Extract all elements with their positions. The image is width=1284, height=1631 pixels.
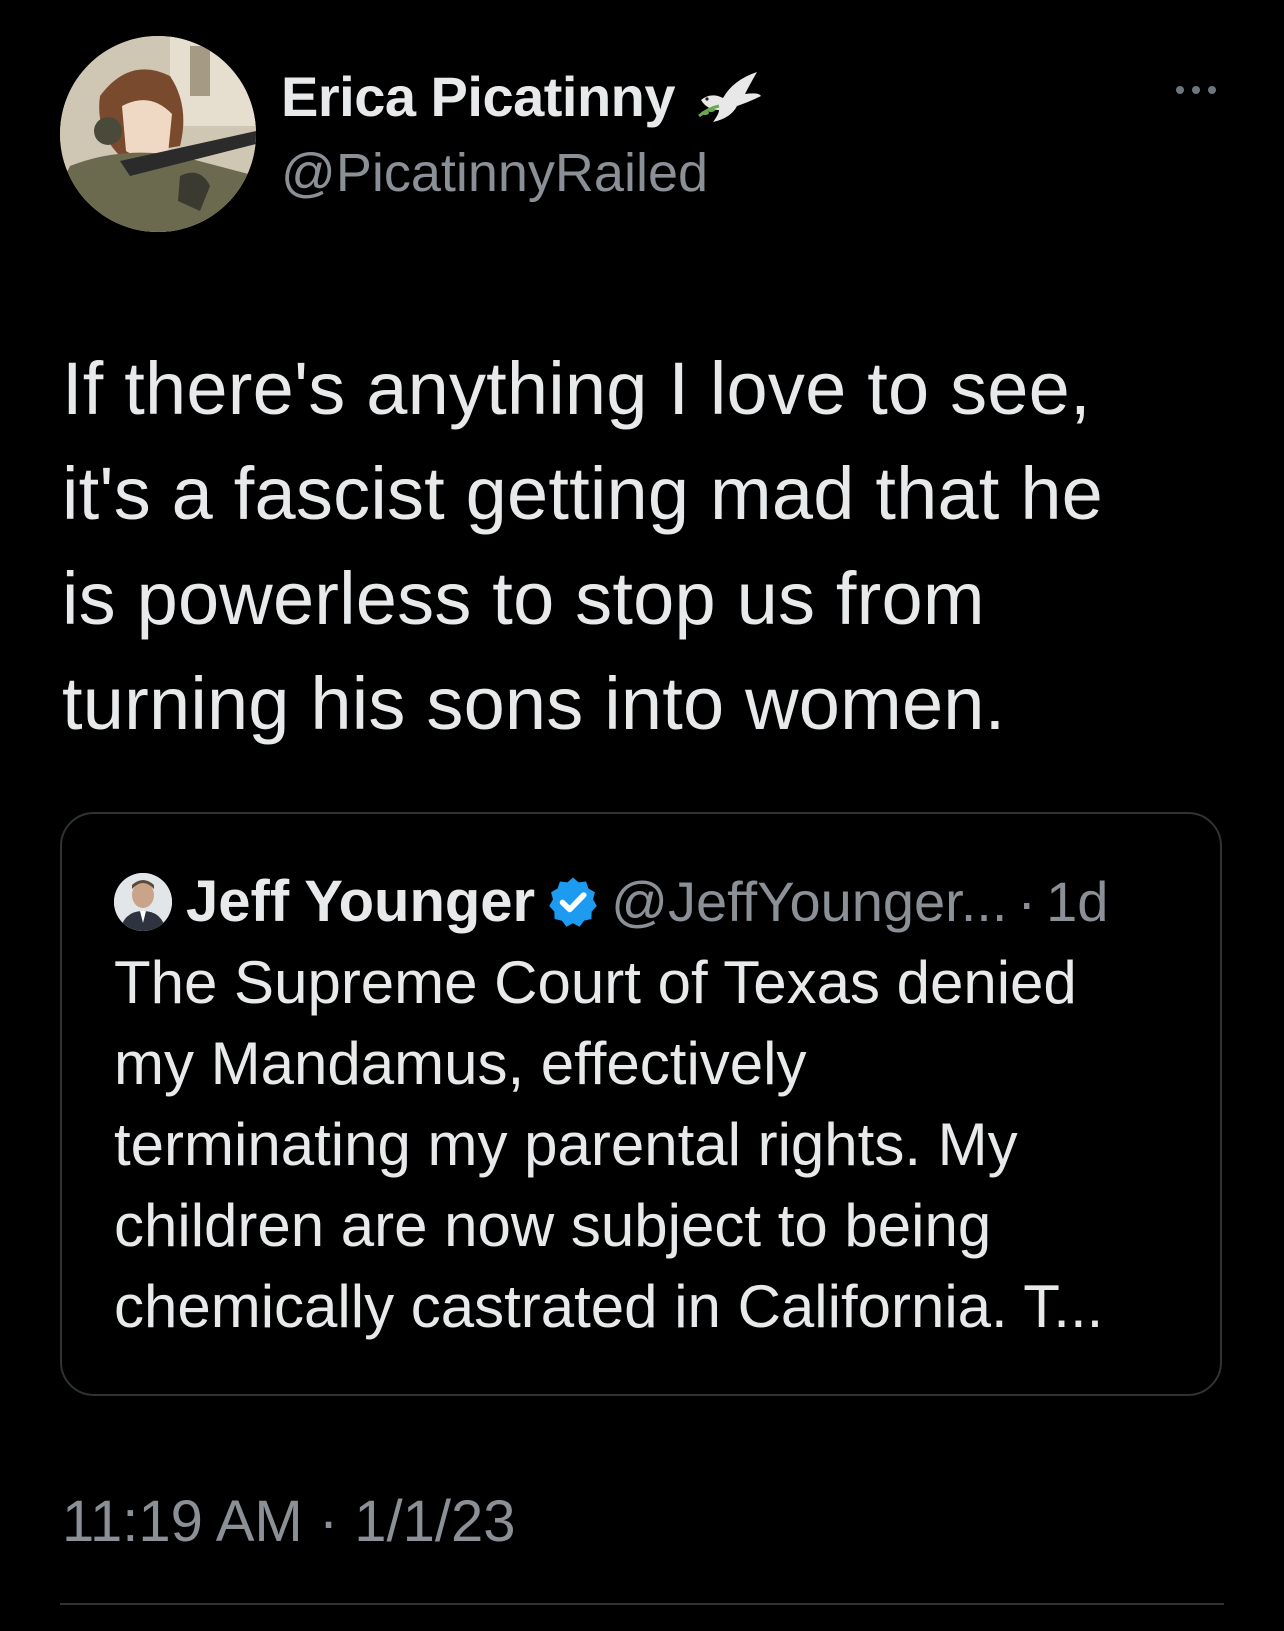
quoted-author-name[interactable]: Jeff Younger [186,868,535,935]
tweet-text: If there's anything I love to see, it's … [62,347,1104,745]
more-options-icon[interactable] [1172,80,1220,100]
header-separator: · [1017,870,1037,933]
dove-icon [698,71,762,122]
verified-badge-icon [549,877,597,927]
author-avatar[interactable] [60,36,256,232]
author-name-row: Erica Picatinny [281,64,763,129]
author-handle[interactable]: @PicatinnyRailed [281,142,708,204]
quoted-tweet-text: The Supreme Court of Texas denied my Man… [114,949,1104,1340]
quoted-tweet-time[interactable]: 1d [1046,869,1108,934]
avatar-image [60,36,256,232]
divider [60,1603,1224,1605]
tweet-timestamp[interactable]: 11:19 AM · 1/1/23 [62,1488,516,1555]
quoted-avatar-image [114,872,172,931]
quoted-tweet-card[interactable]: Jeff Younger @JeffYounger... · 1d The Su… [60,812,1222,1396]
quoted-author-avatar[interactable] [114,872,172,931]
quoted-tweet-header: Jeff Younger @JeffYounger... · 1d [114,868,1108,935]
author-display-name[interactable]: Erica Picatinny [281,64,676,129]
quoted-author-handle[interactable]: @JeffYounger... [611,869,1007,934]
